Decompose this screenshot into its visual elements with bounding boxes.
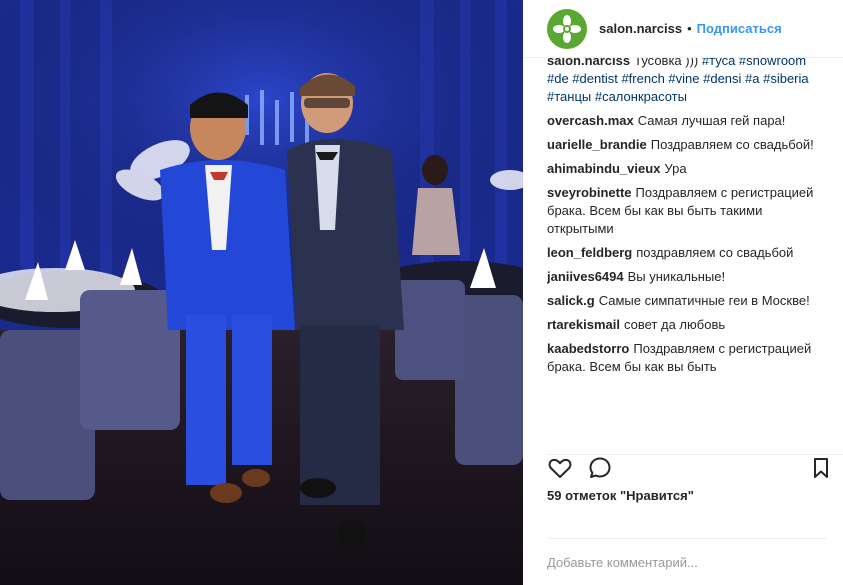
caption-text: Тусовка )))	[634, 58, 699, 68]
comment-username[interactable]: overcash.max	[547, 113, 634, 128]
bookmark-icon[interactable]	[811, 455, 837, 481]
comments-list[interactable]: salon.narciss Тусовка ))) #туса #showroom…	[547, 58, 827, 448]
comment-item: rtarekismail совет да любовь	[547, 316, 827, 334]
comment-item: janiives6494 Вы уникальные!	[547, 268, 827, 286]
comment-item: salick.g Самые симпатичные геи в Москве!	[547, 292, 827, 310]
comment-input[interactable]	[547, 551, 827, 573]
comment-text: Вы уникальные!	[627, 269, 726, 284]
comment-username[interactable]: sveyrobinette	[547, 185, 632, 200]
heart-icon[interactable]	[547, 455, 573, 481]
likes-count[interactable]: 59 отметок "Нравится"	[547, 488, 694, 503]
narcissus-logo-icon	[553, 14, 581, 43]
comment-text: Самые симпатичные геи в Москве!	[598, 293, 810, 308]
post-header: salon.narciss • Подписаться	[523, 0, 843, 58]
post-photo[interactable]	[0, 0, 523, 585]
comment-item: ahimabindu_vieux Ура	[547, 160, 827, 178]
speech-bubble-icon[interactable]	[587, 455, 613, 481]
comment-text: Самая лучшая гей пара!	[637, 113, 786, 128]
caption: salon.narciss Тусовка ))) #туса #showroom…	[547, 58, 827, 106]
comment-text: Ура	[664, 161, 687, 176]
comment-text: совет да любовь	[624, 317, 726, 332]
comment-username[interactable]: ahimabindu_vieux	[547, 161, 660, 176]
avatar[interactable]	[547, 8, 587, 49]
post-side-panel: salon.narciss • Подписаться salon.narcis…	[523, 0, 843, 585]
header-separator: •	[687, 21, 692, 36]
caption-username[interactable]: salon.narciss	[547, 58, 630, 68]
action-bar	[547, 454, 843, 482]
comment-username[interactable]: janiives6494	[547, 269, 624, 284]
comment-item: leon_feldberg поздравляем со свадьбой	[547, 244, 827, 262]
comment-item: sveyrobinette Поздравляем с регистрацией …	[547, 184, 827, 238]
comment-text: Поздравляем со свадьбой!	[650, 137, 814, 152]
comment-username[interactable]: uarielle_brandie	[547, 137, 647, 152]
header-username[interactable]: salon.narciss	[599, 21, 682, 36]
comment-username[interactable]: kaabedstorro	[547, 341, 629, 356]
comment-text: поздравляем со свадьбой	[636, 245, 794, 260]
comment-item: uarielle_brandie Поздравляем со свадьбой!	[547, 136, 827, 154]
comment-item: kaabedstorro Поздравляем с регистрацией б…	[547, 340, 827, 376]
post-photo-illustration	[0, 0, 523, 585]
comment-username[interactable]: salick.g	[547, 293, 595, 308]
add-comment-bar	[547, 538, 827, 585]
comment-username[interactable]: leon_feldberg	[547, 245, 632, 260]
follow-button[interactable]: Подписаться	[697, 21, 782, 36]
comment-username[interactable]: rtarekismail	[547, 317, 620, 332]
comment-item: overcash.max Самая лучшая гей пара!	[547, 112, 827, 130]
